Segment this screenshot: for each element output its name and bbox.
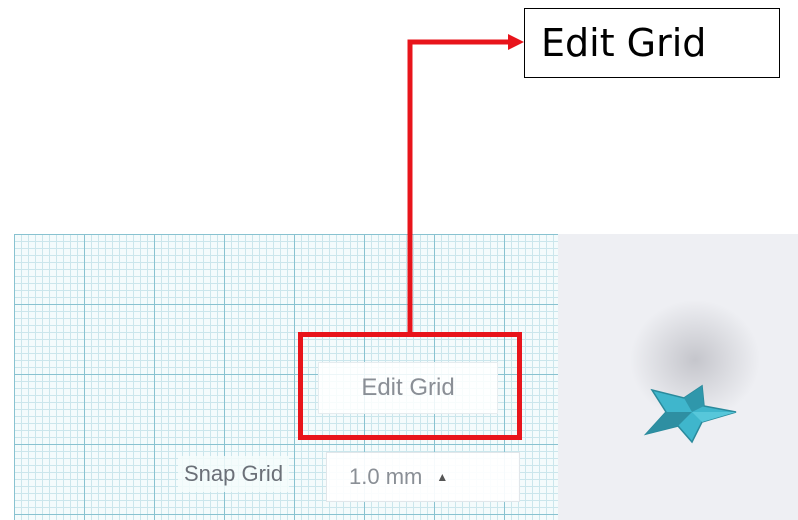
callout-text: Edit Grid	[541, 21, 707, 65]
callout-arrow	[407, 34, 524, 332]
callout-label: Edit Grid	[524, 8, 780, 78]
